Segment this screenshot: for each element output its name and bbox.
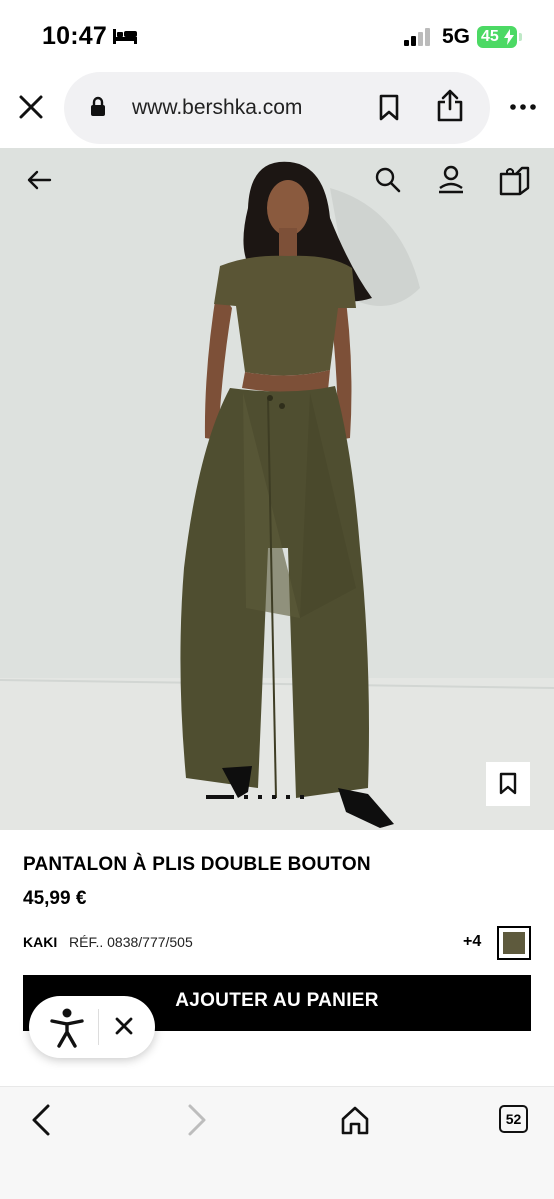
url-text: www.bershka.com: [132, 96, 303, 119]
color-swatch-selected[interactable]: [497, 926, 531, 960]
carousel-dot-active[interactable]: [206, 795, 234, 799]
divider: [98, 1009, 99, 1045]
more-colors-count[interactable]: +4: [463, 933, 481, 951]
bookmark-icon[interactable]: [378, 94, 400, 122]
home-icon[interactable]: [340, 1105, 370, 1135]
color-name: KAKI: [23, 934, 58, 950]
lock-icon: [91, 96, 105, 116]
chevron-left-icon[interactable]: [30, 1103, 52, 1137]
save-product-button[interactable]: [486, 762, 530, 806]
product-image-gallery[interactable]: [0, 148, 554, 830]
browser-toolbar: 52: [0, 1086, 554, 1199]
bookmark-icon: [499, 772, 517, 795]
carousel-dot[interactable]: [286, 795, 290, 799]
account-icon[interactable]: [436, 164, 466, 194]
battery-level: 45: [481, 28, 499, 45]
carousel-dot[interactable]: [244, 795, 248, 799]
tabs-icon[interactable]: 52: [499, 1105, 528, 1133]
carousel-dot[interactable]: [272, 795, 276, 799]
status-bar: 10:47 5G 45: [0, 0, 554, 70]
product-reference: RÉF.. 0838/777/505: [69, 934, 193, 950]
signal-icon: [404, 28, 430, 46]
product-price: 45,99 €: [23, 888, 87, 909]
status-time: 10:47: [42, 22, 107, 50]
back-arrow-icon[interactable]: [26, 168, 52, 192]
address-bar[interactable]: www.bershka.com: [64, 72, 490, 144]
close-icon[interactable]: [115, 1017, 133, 1035]
bolt-icon: [504, 29, 514, 45]
search-icon[interactable]: [374, 166, 402, 194]
swatch-fill: [503, 932, 525, 954]
product-name: PANTALON À PLIS DOUBLE BOUTON: [23, 854, 371, 875]
browser-bar: www.bershka.com: [0, 70, 554, 148]
bed-icon: [113, 29, 137, 44]
close-icon[interactable]: [16, 92, 46, 122]
network-label: 5G: [442, 25, 471, 48]
bag-icon[interactable]: [498, 164, 530, 196]
accessibility-widget[interactable]: [29, 996, 155, 1058]
carousel-dot[interactable]: [300, 795, 304, 799]
battery-cap: [519, 33, 522, 41]
battery-indicator: 45: [477, 26, 517, 48]
share-icon[interactable]: [436, 88, 464, 122]
more-icon[interactable]: [510, 104, 536, 110]
product-photo: [0, 148, 554, 830]
chevron-right-icon[interactable]: [186, 1103, 208, 1137]
carousel-indicators[interactable]: [206, 794, 304, 800]
accessibility-icon[interactable]: [49, 1008, 85, 1048]
carousel-dot[interactable]: [258, 795, 262, 799]
